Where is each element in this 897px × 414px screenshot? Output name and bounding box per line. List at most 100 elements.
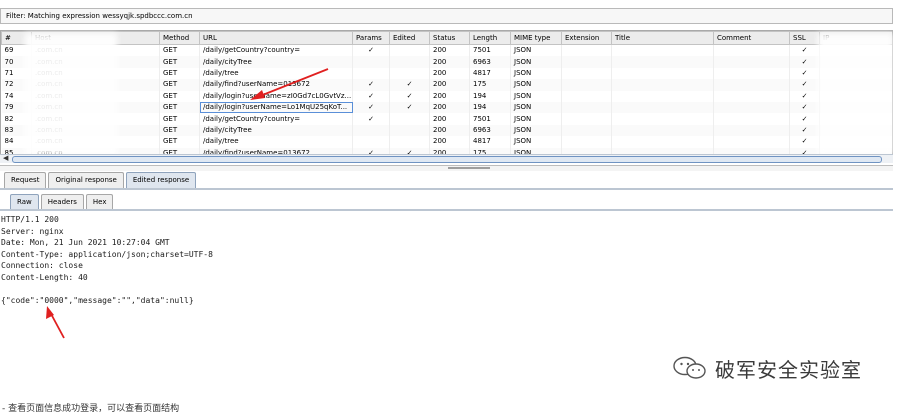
cell-empty	[611, 90, 714, 102]
cell-edited: ✓	[389, 79, 430, 91]
cell-params: ✓	[352, 113, 390, 125]
filter-bar[interactable]: Filter: Matching expression wessyqjk.spd…	[0, 8, 893, 24]
cell-empty	[561, 90, 612, 102]
cell-empty	[713, 113, 790, 125]
response-line: Connection: close	[1, 261, 83, 271]
column-header[interactable]: URL	[199, 31, 353, 45]
tabs-divider	[0, 209, 893, 211]
table-row[interactable]: 74.com.cnGET/daily/login?userName=zI0Gd7…	[1, 90, 892, 102]
cell-ssl: ✓	[789, 56, 820, 68]
table-row[interactable]: 71.com.cnGET/daily/tree2004817JSON✓	[1, 67, 892, 80]
column-header[interactable]: Method	[159, 31, 200, 45]
cell-method: GET	[159, 79, 200, 91]
cell-ssl: ✓	[789, 101, 820, 114]
cell-url: /daily/getCountry?country=	[199, 113, 353, 125]
cell-empty	[713, 90, 790, 102]
cell-length: 6963	[469, 124, 511, 137]
cell-empty	[561, 67, 612, 80]
cell-mime: JSON	[510, 90, 562, 102]
cell-status: 200	[429, 79, 470, 91]
pane-splitter[interactable]	[0, 165, 893, 171]
cell-url: /daily/tree	[199, 136, 353, 148]
response-line: HTTP/1.1 200	[1, 215, 59, 224]
cell-ssl: ✓	[789, 136, 820, 148]
cell-method: GET	[159, 101, 200, 114]
cell-length: 175	[469, 79, 511, 91]
cell-status: 200	[429, 113, 470, 125]
cell-empty	[561, 79, 612, 91]
response-line: {"code":"0000","message":"","data":null}	[1, 296, 194, 306]
view-tab-headers[interactable]: Headers	[40, 194, 84, 209]
cell-empty	[611, 113, 714, 125]
cell-length: 6963	[469, 56, 511, 68]
cell-method: GET	[159, 136, 200, 148]
column-header[interactable]: SSL	[789, 31, 820, 45]
scrollbar-thumb[interactable]	[12, 156, 882, 163]
column-header[interactable]: Status	[429, 31, 470, 45]
table-row[interactable]: 82.com.cnGET/daily/getCountry?country=✓2…	[1, 113, 892, 125]
cell-edited	[389, 56, 430, 68]
cell-params	[352, 67, 390, 80]
splitter-grip[interactable]	[448, 167, 490, 169]
cell-empty	[561, 56, 612, 68]
tab-request[interactable]: Request	[4, 172, 47, 188]
cell-empty	[713, 67, 790, 80]
cell-url: /daily/getCountry?country=	[199, 44, 353, 57]
cell-params	[352, 124, 390, 137]
arrow-to-code-value	[46, 306, 65, 339]
response-line: Content-Type: application/json;charset=U…	[1, 249, 213, 259]
cell-ssl: ✓	[789, 79, 820, 91]
column-header[interactable]: MIME type	[510, 31, 562, 45]
cell-ssl: ✓	[789, 90, 820, 102]
cell-method: GET	[159, 56, 200, 68]
cell-method: GET	[159, 44, 200, 57]
cell-status: 200	[429, 124, 470, 137]
table-row[interactable]: 72.com.cnGET/daily/find?userName=013672✓…	[1, 79, 892, 91]
cell-empty	[611, 79, 714, 91]
cell-status: 200	[429, 56, 470, 68]
cell-edited	[389, 67, 430, 80]
response-line: Date: Mon, 21 Jun 2021 10:27:04 GMT	[1, 238, 170, 248]
cell-method: GET	[159, 67, 200, 80]
cell-empty	[713, 44, 790, 57]
cell-status: 200	[429, 90, 470, 102]
cell-url: /daily/cityTree	[199, 124, 353, 137]
column-header[interactable]: Comment	[713, 31, 790, 45]
cell-mime: JSON	[510, 101, 562, 114]
table-row[interactable]: 83.com.cnGET/daily/cityTree2006963JSON✓	[1, 124, 892, 137]
http-history-table[interactable]: #HostMethodURLParamsEditedStatusLengthMI…	[0, 30, 893, 158]
filter-text: Filter: Matching expression wessyqjk.spd…	[6, 12, 193, 20]
column-header[interactable]: Params	[352, 31, 390, 45]
cell-length: 7501	[469, 113, 511, 125]
tab-original-response[interactable]: Original response	[48, 172, 124, 188]
table-row-selected[interactable]: 79.com.cnGET/daily/login?userName=Lo1MqU…	[1, 101, 892, 114]
response-line: Server: nginx	[1, 226, 64, 236]
column-header[interactable]: Edited	[389, 31, 430, 45]
table-row[interactable]: 70.com.cnGET/daily/cityTree2006963JSON✓	[1, 56, 892, 68]
cell-length: 4817	[469, 67, 511, 80]
table-header-row: #HostMethodURLParamsEditedStatusLengthMI…	[1, 31, 892, 45]
http-table: #HostMethodURLParamsEditedStatusLengthMI…	[1, 31, 892, 157]
column-header[interactable]: Title	[611, 31, 714, 45]
table-row[interactable]: 84.com.cnGET/daily/tree2004817JSON✓	[1, 136, 892, 148]
column-header[interactable]: Extension	[561, 31, 612, 45]
table-row[interactable]: 69.com.cnGET/daily/getCountry?country=✓2…	[1, 44, 892, 57]
cell-empty	[611, 44, 714, 57]
column-header[interactable]: Length	[469, 31, 511, 45]
cell-edited	[389, 44, 430, 57]
cell-url: /daily/login?userName=Lo1MqU25qKoT...	[199, 101, 353, 114]
cell-mime: JSON	[510, 136, 562, 148]
cell-mime: JSON	[510, 67, 562, 80]
cell-empty	[611, 136, 714, 148]
view-tab-raw[interactable]: Raw	[10, 194, 39, 209]
horizontal-scrollbar[interactable]: ◀	[0, 154, 893, 163]
scroll-left-icon[interactable]: ◀	[3, 154, 8, 162]
cell-edited: ✓	[389, 90, 430, 102]
response-body[interactable]: HTTP/1.1 200 Server: nginx Date: Mon, 21 J…	[1, 214, 213, 307]
cell-url: /daily/cityTree	[199, 56, 353, 68]
cell-method: GET	[159, 90, 200, 102]
view-tab-hex[interactable]: Hex	[85, 194, 114, 209]
tab-edited-response[interactable]: Edited response	[125, 172, 197, 188]
cell-ssl: ✓	[789, 67, 820, 80]
cell-status: 200	[429, 44, 470, 57]
